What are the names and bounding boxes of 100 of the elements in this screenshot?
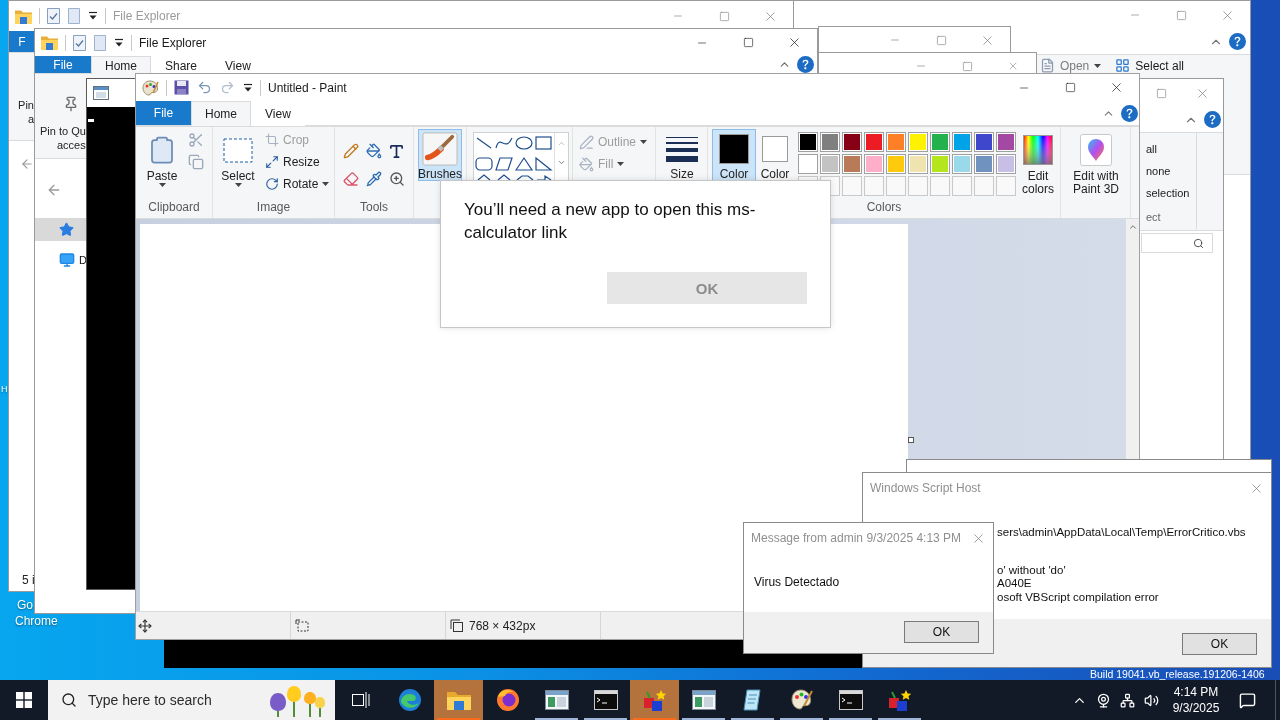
ribbon-button[interactable]: none — [1143, 160, 1171, 182]
swatch-icon[interactable] — [798, 154, 818, 174]
empty-swatch-icon[interactable] — [996, 176, 1016, 196]
nav-item[interactable]: D — [35, 248, 87, 271]
back-arrow-icon[interactable] — [46, 182, 62, 198]
pin-button[interactable]: Pin a — [14, 98, 34, 126]
dropdown-icon[interactable] — [243, 82, 253, 93]
swatch-icon[interactable] — [798, 132, 818, 152]
color-picker-icon[interactable] — [365, 171, 382, 187]
dialog-title: Message from admin 9/3/2025 4:13 PM — [751, 531, 962, 545]
empty-swatch-icon[interactable] — [842, 176, 862, 196]
swatch-icon[interactable] — [886, 154, 906, 174]
save-icon[interactable] — [174, 80, 189, 95]
ribbon-button[interactable]: Resize — [262, 151, 333, 173]
task-view-icon — [350, 691, 371, 709]
window-title: File Explorer — [113, 9, 181, 23]
empty-swatch-icon[interactable] — [974, 176, 994, 196]
file-tab[interactable]: File — [35, 56, 91, 73]
ribbon-button[interactable]: Select all — [1115, 58, 1184, 73]
scroll-up-icon[interactable] — [1127, 222, 1138, 232]
dropdown-icon[interactable] — [114, 37, 124, 48]
star-icon — [59, 222, 74, 237]
swatch-icon[interactable] — [820, 154, 840, 174]
edit-colors-button[interactable]: Edit colors — [1018, 129, 1058, 197]
maximize-icon — [718, 10, 730, 22]
build-version-text: Build 19041.vb_release.191206-1406 — [1090, 668, 1265, 680]
ribbon-button[interactable]: Rotate — [262, 173, 333, 195]
ok-button[interactable]: OK — [904, 621, 979, 643]
check-document-icon[interactable] — [47, 8, 60, 24]
brushes-button[interactable]: Brushes — [418, 129, 462, 181]
group-label: Image — [256, 199, 291, 216]
empty-swatch-icon[interactable] — [952, 176, 972, 196]
help-icon[interactable] — [1121, 104, 1138, 122]
empty-swatch-icon[interactable] — [908, 176, 928, 196]
magnifier-icon[interactable] — [388, 171, 405, 187]
swatch-icon[interactable] — [974, 154, 994, 174]
check-document-icon[interactable] — [73, 34, 86, 51]
empty-swatch-icon[interactable] — [864, 176, 884, 196]
pin-icon — [63, 96, 79, 112]
help-icon[interactable] — [1204, 111, 1221, 128]
scroll-up-icon[interactable] — [557, 139, 566, 148]
file-tab[interactable]: File — [136, 101, 191, 125]
swatch-icon[interactable] — [908, 132, 928, 152]
empty-swatch-icon[interactable] — [930, 176, 950, 196]
copy-icon[interactable] — [188, 154, 204, 170]
swatch-icon[interactable] — [820, 132, 840, 152]
swatch-icon[interactable] — [974, 132, 994, 152]
select-button[interactable]: Select — [218, 129, 258, 197]
help-icon[interactable] — [797, 56, 814, 73]
swatch-icon[interactable] — [864, 154, 884, 174]
nav-item[interactable] — [35, 218, 87, 241]
paste-button[interactable]: Paste — [142, 129, 182, 197]
scissors-icon[interactable] — [188, 132, 204, 148]
file-tab[interactable]: F — [9, 31, 35, 52]
blank-page-icon[interactable] — [94, 34, 106, 51]
search-icon — [1193, 237, 1204, 249]
swatch-icon[interactable] — [996, 154, 1016, 174]
blank-page-icon[interactable] — [68, 8, 80, 24]
pencil-icon[interactable] — [342, 143, 359, 159]
caret-icon — [158, 183, 166, 187]
search-field[interactable]: Type here to search — [48, 680, 335, 720]
scroll-down-icon[interactable] — [557, 158, 566, 167]
dropdown-icon[interactable] — [88, 11, 98, 21]
ribbon-tab[interactable]: Home — [191, 101, 251, 126]
swatch-icon[interactable] — [930, 154, 950, 174]
move-icon — [138, 618, 152, 633]
resize-handle[interactable] — [908, 437, 914, 443]
undo-icon[interactable] — [197, 80, 212, 95]
search-field[interactable] — [1141, 233, 1213, 253]
window-icon — [93, 86, 109, 100]
text-tool-icon[interactable] — [388, 142, 405, 160]
swatch-icon[interactable] — [952, 132, 972, 152]
window-title: Untitled - Paint — [268, 80, 347, 95]
help-icon[interactable] — [1229, 33, 1246, 50]
cursor-icon — [88, 119, 94, 122]
ribbon-button[interactable]: all — [1143, 138, 1157, 160]
size-button[interactable]: Size — [660, 129, 704, 181]
swatch-icon[interactable] — [996, 132, 1016, 152]
ribbon-button[interactable]: selection — [1143, 182, 1190, 204]
ribbon-tab[interactable]: Home — [91, 56, 151, 74]
swatch-icon[interactable] — [842, 154, 862, 174]
pin-button[interactable]: Pin to Qu acces — [40, 96, 86, 152]
shapes-gallery[interactable] — [474, 133, 554, 180]
redo-icon[interactable] — [220, 80, 235, 95]
swatch-icon[interactable] — [908, 154, 928, 174]
color-button[interactable]: Color — [712, 129, 756, 181]
fill-bucket-icon[interactable] — [365, 143, 382, 159]
dashed-rectangle-icon — [223, 137, 253, 163]
paint-3d-button[interactable]: Edit with Paint 3D — [1063, 129, 1129, 197]
color-spectrum-icon — [1023, 135, 1053, 165]
ok-button[interactable]: OK — [1182, 633, 1257, 655]
swatch-icon[interactable] — [952, 154, 972, 174]
swatch-icon[interactable] — [864, 132, 884, 152]
crop-icon — [265, 133, 279, 147]
swatch-icon[interactable] — [930, 132, 950, 152]
empty-swatch-icon[interactable] — [886, 176, 906, 196]
swatch-icon[interactable] — [842, 132, 862, 152]
eraser-icon[interactable] — [342, 171, 359, 187]
color-button[interactable]: Color — [756, 129, 794, 181]
swatch-icon[interactable] — [886, 132, 906, 152]
